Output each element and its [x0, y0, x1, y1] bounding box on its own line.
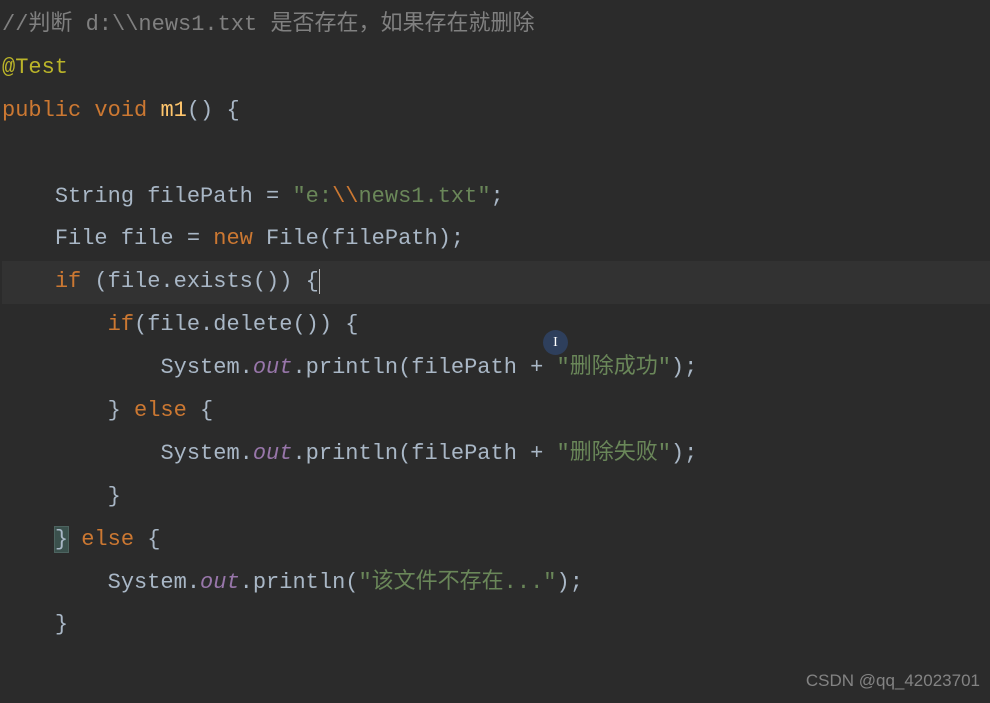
code-line-1[interactable]: //判断 d:\\news1.txt 是否存在，如果存在就删除 [2, 4, 990, 47]
keyword-void: void [94, 98, 147, 123]
string-literal: "删除成功" [557, 355, 671, 380]
string-literal: "删除失败" [557, 441, 671, 466]
code-line-3[interactable]: public void m1() { [2, 90, 990, 133]
keyword-public: public [2, 98, 81, 123]
keyword-if: if [55, 269, 81, 294]
text-cursor-icon: I [543, 330, 568, 355]
field-out: out [253, 441, 293, 466]
code-line-9[interactable]: System.out.println(filePath + "删除成功"); [2, 347, 990, 390]
comment-text: //判断 d:\\news1.txt 是否存在，如果存在就删除 [2, 12, 534, 37]
annotation: @Test [2, 55, 68, 80]
code-line-12[interactable]: } [2, 476, 990, 519]
keyword-else: else [81, 527, 134, 552]
field-out: out [200, 570, 240, 595]
code-line-13[interactable]: } else { [2, 519, 990, 562]
code-line-15[interactable]: } [2, 604, 990, 647]
code-line-10[interactable]: } else { [2, 390, 990, 433]
code-line-14[interactable]: System.out.println("该文件不存在..."); [2, 562, 990, 605]
watermark-text: CSDN @qq_42023701 [806, 664, 980, 697]
keyword-else: else [134, 398, 187, 423]
string-literal: "该文件不存在..." [358, 570, 556, 595]
code-line-4[interactable] [2, 133, 990, 176]
string-literal: "e:\\news1.txt" [292, 184, 490, 209]
code-line-6[interactable]: File file = new File(filePath); [2, 218, 990, 261]
code-line-11[interactable]: System.out.println(filePath + "删除失败"); [2, 433, 990, 476]
keyword-new: new [213, 226, 253, 251]
brace-open: { [306, 269, 320, 294]
keyword-if: if [108, 312, 134, 337]
type-string: String [55, 184, 147, 209]
code-line-5[interactable]: String filePath = "e:\\news1.txt"; [2, 176, 990, 219]
brace-close-matched: } [54, 526, 69, 553]
type-file: File [55, 226, 121, 251]
field-out: out [253, 355, 293, 380]
code-line-2[interactable]: @Test [2, 47, 990, 90]
code-line-8[interactable]: if(file.delete()) { [2, 304, 990, 347]
code-line-7-highlighted[interactable]: if (file.exists()) { [2, 261, 990, 304]
method-name: m1 [160, 98, 186, 123]
